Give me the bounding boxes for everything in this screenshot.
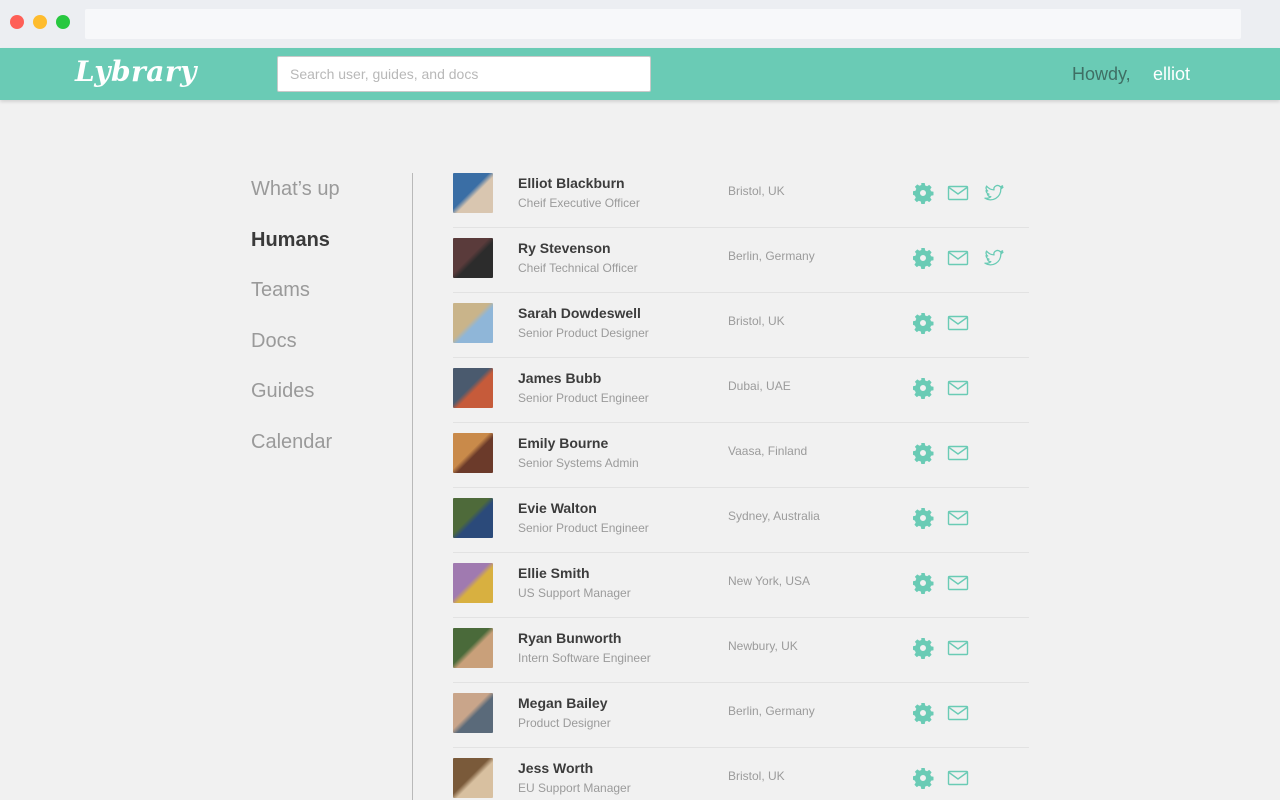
person-name[interactable]: James Bubb (518, 370, 601, 386)
browser-chrome (0, 0, 1280, 48)
mail-icon[interactable] (946, 506, 970, 530)
logo[interactable]: Lybrary (75, 55, 197, 88)
person-row: Sarah Dowdeswell Senior Product Designer… (453, 293, 1029, 358)
person-name[interactable]: Jess Worth (518, 760, 593, 776)
avatar[interactable] (453, 433, 493, 473)
person-location: Berlin, Germany (728, 704, 815, 718)
person-row: Ryan Bunworth Intern Software Engineer N… (453, 618, 1029, 683)
person-name[interactable]: Ry Stevenson (518, 240, 611, 256)
person-row: Ellie Smith US Support Manager New York,… (453, 553, 1029, 618)
person-row: Emily Bourne Senior Systems Admin Vaasa,… (453, 423, 1029, 488)
nav-item-humans[interactable]: Humans (251, 229, 340, 280)
gear-icon[interactable] (911, 376, 935, 400)
person-name[interactable]: Sarah Dowdeswell (518, 305, 641, 321)
gear-icon[interactable] (911, 441, 935, 465)
avatar[interactable] (453, 758, 493, 798)
person-name[interactable]: Evie Walton (518, 500, 597, 516)
mail-icon[interactable] (946, 701, 970, 725)
mail-icon[interactable] (946, 376, 970, 400)
avatar[interactable] (453, 693, 493, 733)
mail-icon[interactable] (946, 636, 970, 660)
nav-item-guides[interactable]: Guides (251, 380, 340, 431)
person-row: Elliot Blackburn Cheif Executive Officer… (453, 163, 1029, 228)
person-location: Bristol, UK (728, 184, 785, 198)
address-bar[interactable] (85, 9, 1241, 39)
gear-icon[interactable] (911, 246, 935, 270)
person-role: Intern Software Engineer (518, 651, 651, 665)
app-header: Lybrary Howdy, elliot (0, 48, 1280, 100)
person-row: Jess Worth EU Support Manager Bristol, U… (453, 748, 1029, 800)
mail-icon[interactable] (946, 311, 970, 335)
person-role: Senior Product Engineer (518, 391, 649, 405)
person-location: Sydney, Australia (728, 509, 820, 523)
person-location: Bristol, UK (728, 769, 785, 783)
close-window-button[interactable] (10, 15, 24, 29)
person-name[interactable]: Ryan Bunworth (518, 630, 621, 646)
person-location: Newbury, UK (728, 639, 798, 653)
person-role: US Support Manager (518, 586, 631, 600)
person-name[interactable]: Megan Bailey (518, 695, 607, 711)
minimize-window-button[interactable] (33, 15, 47, 29)
avatar[interactable] (453, 238, 493, 278)
person-row: James Bubb Senior Product Engineer Dubai… (453, 358, 1029, 423)
person-location: Dubai, UAE (728, 379, 791, 393)
avatar[interactable] (453, 563, 493, 603)
people-list: Elliot Blackburn Cheif Executive Officer… (453, 163, 1029, 800)
person-name[interactable]: Ellie Smith (518, 565, 590, 581)
greeting-text: Howdy, (1072, 64, 1131, 84)
person-role: EU Support Manager (518, 781, 631, 795)
mail-icon[interactable] (946, 246, 970, 270)
twitter-icon[interactable] (982, 246, 1006, 270)
nav-item-teams[interactable]: Teams (251, 279, 340, 330)
person-row: Megan Bailey Product Designer Berlin, Ge… (453, 683, 1029, 748)
gear-icon[interactable] (911, 571, 935, 595)
person-role: Senior Product Designer (518, 326, 649, 340)
maximize-window-button[interactable] (56, 15, 70, 29)
sidebar-nav: What’s up Humans Teams Docs Guides Calen… (251, 178, 340, 482)
gear-icon[interactable] (911, 766, 935, 790)
gear-icon[interactable] (911, 636, 935, 660)
person-role: Senior Systems Admin (518, 456, 639, 470)
twitter-icon[interactable] (982, 181, 1006, 205)
nav-item-calendar[interactable]: Calendar (251, 431, 340, 482)
person-role: Senior Product Engineer (518, 521, 649, 535)
avatar[interactable] (453, 628, 493, 668)
person-location: Berlin, Germany (728, 249, 815, 263)
person-role: Cheif Technical Officer (518, 261, 638, 275)
person-location: Vaasa, Finland (728, 444, 808, 458)
gear-icon[interactable] (911, 506, 935, 530)
nav-item-whats-up[interactable]: What’s up (251, 178, 340, 229)
gear-icon[interactable] (911, 181, 935, 205)
person-name[interactable]: Emily Bourne (518, 435, 608, 451)
search-input[interactable] (277, 56, 651, 92)
nav-item-docs[interactable]: Docs (251, 330, 340, 381)
person-location: Bristol, UK (728, 314, 785, 328)
person-location: New York, USA (728, 574, 811, 588)
person-name[interactable]: Elliot Blackburn (518, 175, 625, 191)
person-role: Cheif Executive Officer (518, 196, 640, 210)
person-row: Evie Walton Senior Product Engineer Sydn… (453, 488, 1029, 553)
gear-icon[interactable] (911, 701, 935, 725)
mail-icon[interactable] (946, 441, 970, 465)
avatar[interactable] (453, 303, 493, 343)
mail-icon[interactable] (946, 571, 970, 595)
mail-icon[interactable] (946, 766, 970, 790)
username-link[interactable]: elliot (1153, 64, 1190, 85)
mail-icon[interactable] (946, 181, 970, 205)
person-role: Product Designer (518, 716, 611, 730)
avatar[interactable] (453, 173, 493, 213)
person-row: Ry Stevenson Cheif Technical Officer Ber… (453, 228, 1029, 293)
avatar[interactable] (453, 368, 493, 408)
sidebar-divider (412, 173, 413, 800)
avatar[interactable] (453, 498, 493, 538)
gear-icon[interactable] (911, 311, 935, 335)
